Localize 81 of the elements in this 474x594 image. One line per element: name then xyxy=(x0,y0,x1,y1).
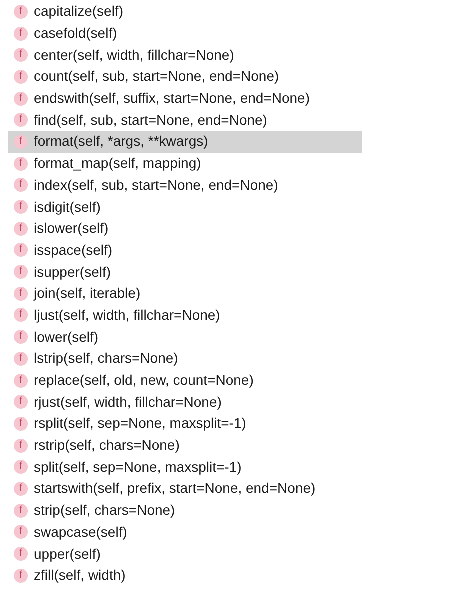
function-icon: f xyxy=(14,48,28,62)
method-signature: casefold(self) xyxy=(34,24,118,44)
list-item[interactable]: f format(self, *args, **kwargs) xyxy=(8,131,362,153)
method-signature: rsplit(self, sep=None, maxsplit=-1) xyxy=(34,414,246,434)
method-signature: startswith(self, prefix, start=None, end=None) xyxy=(34,479,316,498)
list-item[interactable]: f upper(self) xyxy=(8,543,362,565)
list-item[interactable]: f ljust(self, width, fillchar=None) xyxy=(8,304,362,326)
method-signature: format(self, *args, **kwargs) xyxy=(34,132,208,152)
function-icon: f xyxy=(14,222,28,236)
list-item[interactable]: f rsplit(self, sep=None, maxsplit=-1) xyxy=(8,413,362,435)
method-signature: join(self, iterable) xyxy=(34,284,141,304)
method-signature: replace(self, old, new, count=None) xyxy=(34,371,254,390)
function-icon: f xyxy=(14,568,28,583)
method-signature: swapcase(self) xyxy=(34,522,128,542)
method-signature: rjust(self, width, fillchar=None) xyxy=(34,392,222,412)
list-item[interactable]: f replace(self, old, new, count=None) xyxy=(8,370,362,392)
list-item[interactable]: f strip(self, chars=None) xyxy=(8,500,362,522)
method-signature: split(self, sep=None, maxsplit=-1) xyxy=(34,458,242,477)
list-item[interactable]: f center(self, width, fillchar=None) xyxy=(8,44,362,66)
function-icon: f xyxy=(14,504,28,518)
method-signature: capitalize(self) xyxy=(34,2,124,22)
list-item[interactable]: f endswith(self, suffix, start=None, end=None) xyxy=(8,88,362,110)
function-icon: f xyxy=(14,547,28,562)
list-item[interactable]: f count(self, sub, start=None, end=None) xyxy=(8,66,362,88)
function-icon: f xyxy=(14,26,28,41)
function-icon: f xyxy=(14,460,28,474)
function-icon: f xyxy=(14,178,28,192)
method-signature: find(self, sub, start=None, end=None) xyxy=(34,110,268,130)
list-item[interactable]: f rstrip(self, chars=None) xyxy=(8,434,362,456)
list-item[interactable]: f find(self, sub, start=None, end=None) xyxy=(8,109,362,132)
method-signature: center(self, width, fillchar=None) xyxy=(34,46,234,65)
function-icon: f xyxy=(14,352,28,366)
list-item[interactable]: f lstrip(self, chars=None) xyxy=(8,348,362,370)
method-signature: isspace(self) xyxy=(34,240,113,260)
function-icon: f xyxy=(14,330,28,344)
function-icon: f xyxy=(14,416,28,431)
method-signature: isupper(self) xyxy=(34,262,112,282)
function-icon: f xyxy=(14,200,28,214)
function-icon: f xyxy=(14,134,28,149)
method-signature: isdigit(self) xyxy=(34,198,101,217)
list-item[interactable]: f index(self, sub, start=None, end=None) xyxy=(8,174,362,196)
method-signature: index(self, sub, start=None, end=None) xyxy=(34,176,278,195)
method-signature: strip(self, chars=None) xyxy=(34,501,176,520)
list-item[interactable]: f capitalize(self) xyxy=(8,1,362,23)
function-icon: f xyxy=(14,525,28,540)
list-item[interactable]: f isdigit(self) xyxy=(8,196,362,218)
list-item[interactable]: f casefold(self) xyxy=(8,22,362,44)
function-icon: f xyxy=(14,482,28,496)
list-item[interactable]: f isspace(self) xyxy=(8,240,362,262)
list-item[interactable]: f islower(self) xyxy=(8,218,362,240)
list-item[interactable]: f join(self, iterable) xyxy=(8,282,362,305)
function-icon: f xyxy=(14,243,28,258)
function-icon: f xyxy=(14,374,28,388)
list-item[interactable]: f isupper(self) xyxy=(8,261,362,283)
function-icon: f xyxy=(14,70,28,84)
list-item[interactable]: f rjust(self, width, fillchar=None) xyxy=(8,391,362,414)
function-icon: f xyxy=(14,92,28,106)
list-item[interactable]: f format_map(self, mapping) xyxy=(8,152,362,174)
function-icon: f xyxy=(14,4,28,19)
list-item[interactable]: f startswith(self, prefix, start=None, end=None) xyxy=(8,478,362,500)
method-signature: rstrip(self, chars=None) xyxy=(34,436,180,456)
method-signature: upper(self) xyxy=(34,544,101,564)
function-icon: f xyxy=(14,286,28,301)
function-icon: f xyxy=(14,438,28,453)
method-signature: ljust(self, width, fillchar=None) xyxy=(34,306,220,325)
function-icon: f xyxy=(14,265,28,280)
function-icon: f xyxy=(14,395,28,410)
method-signature: lstrip(self, chars=None) xyxy=(34,349,178,368)
list-item[interactable]: f lower(self) xyxy=(8,326,362,348)
method-signature: count(self, sub, start=None, end=None) xyxy=(34,67,280,86)
method-signature: format_map(self, mapping) xyxy=(34,154,202,174)
function-icon: f xyxy=(14,308,28,322)
function-icon: f xyxy=(14,113,28,128)
method-signature: endswith(self, suffix, start=None, end=None) xyxy=(34,89,310,108)
list-item[interactable]: f zfill(self, width) xyxy=(8,564,362,587)
list-item[interactable]: f swapcase(self) xyxy=(8,522,362,544)
method-signature: zfill(self, width) xyxy=(34,566,126,586)
method-signature: islower(self) xyxy=(34,219,109,238)
list-item[interactable]: f split(self, sep=None, maxsplit=-1) xyxy=(8,456,362,478)
method-signature: lower(self) xyxy=(34,328,99,347)
function-icon: f xyxy=(14,156,28,171)
